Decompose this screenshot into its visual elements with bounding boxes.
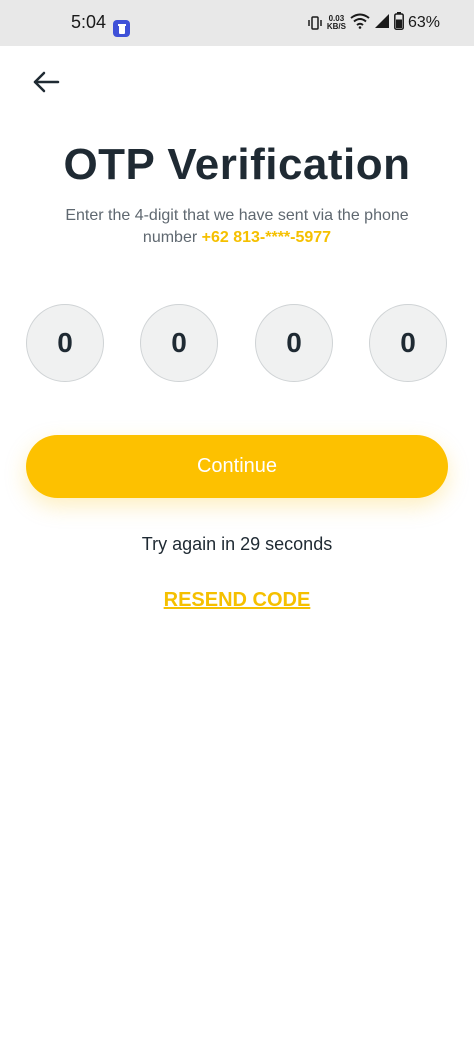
back-button[interactable] [30, 70, 62, 98]
otp-digit-3[interactable]: 0 [255, 304, 333, 382]
battery-icon [394, 11, 404, 35]
status-icons: 0.03 KB/S 63% [307, 11, 440, 35]
otp-input-row: 0 0 0 0 [26, 304, 448, 384]
network-speed: 0.03 KB/S [327, 15, 346, 31]
status-bar: 5:04 0.03 KB/S 63% [0, 0, 474, 46]
app-notification-icon [113, 20, 130, 37]
otp-digit-4[interactable]: 0 [369, 304, 447, 382]
otp-instruction-text: Enter the 4-digit that we have sent via … [40, 205, 434, 249]
vibrate-icon [307, 15, 323, 31]
status-time: 5:04 [71, 12, 107, 32]
continue-button[interactable]: Continue [26, 435, 448, 498]
arrow-left-icon [32, 71, 60, 98]
retry-countdown-text: Try again in 29 seconds [141, 534, 333, 554]
page-title: OTP Verification [63, 140, 411, 189]
otp-digit-1[interactable]: 0 [26, 304, 104, 382]
battery-percent: 63% [407, 14, 440, 31]
net-speed-unit: KB/S [326, 22, 346, 31]
resend-code-link[interactable]: RESEND CODE [0, 589, 474, 612]
wifi-icon [350, 13, 370, 34]
phone-number: +62 813-****-5977 [201, 229, 332, 246]
otp-digit-2[interactable]: 0 [140, 304, 218, 382]
signal-icon [374, 13, 390, 34]
